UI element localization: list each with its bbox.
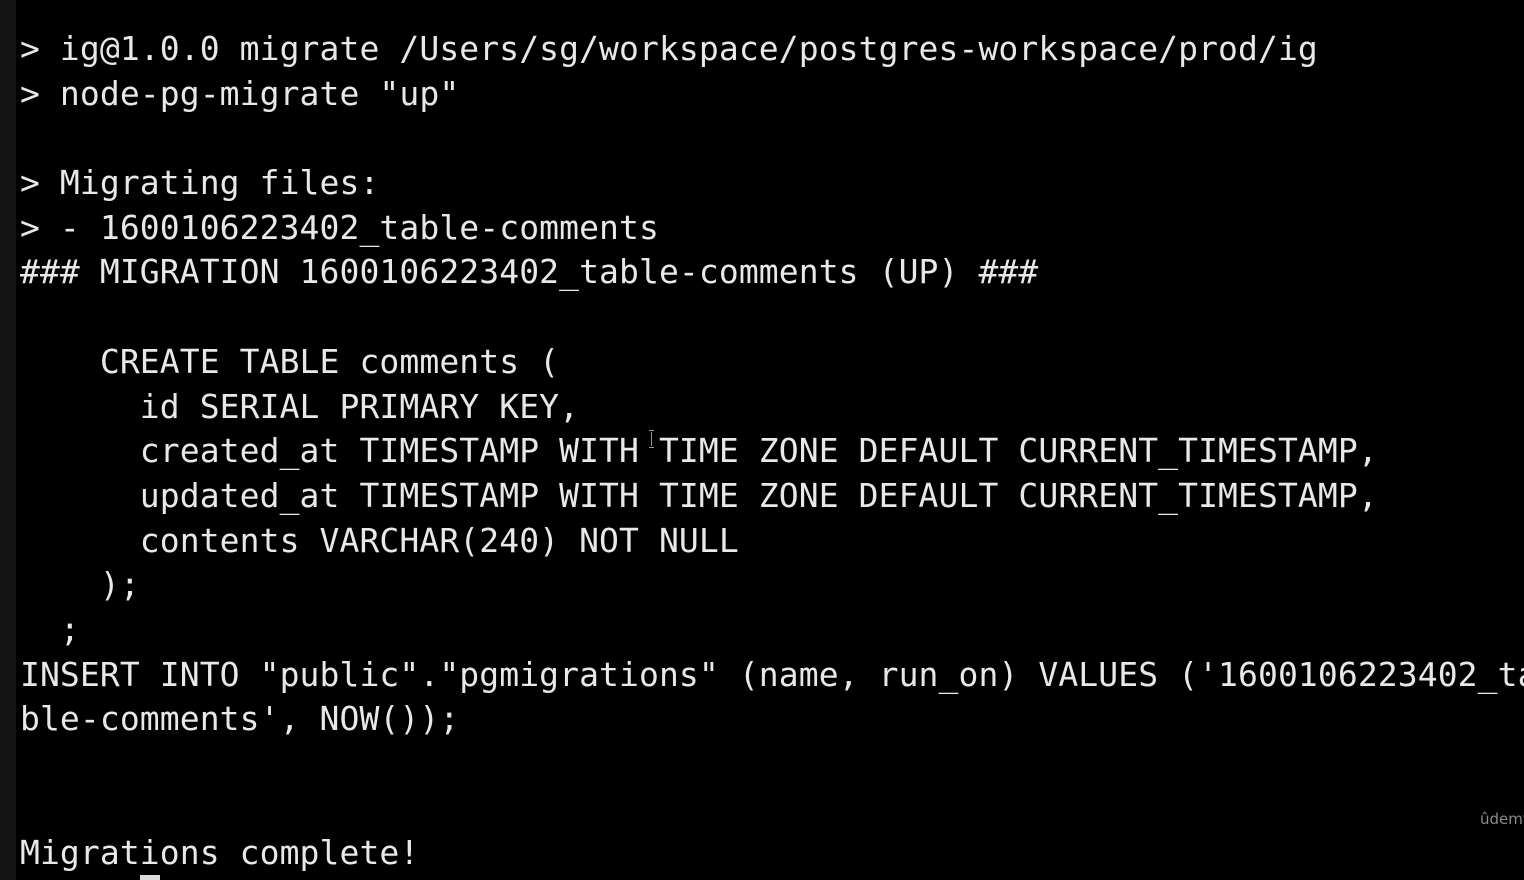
terminal-line: > Migrating files: [20, 163, 380, 203]
terminal-line: ble-comments', NOW()); [20, 699, 460, 739]
terminal-line: ; [20, 609, 80, 649]
terminal-line: id SERIAL PRIMARY KEY, [20, 386, 580, 426]
terminal-line: ); [20, 565, 140, 605]
terminal-line: ### MIGRATION 1600106223402_table-commen… [20, 252, 1039, 292]
terminal-line: CREATE TABLE comments ( [20, 341, 560, 381]
udemy-watermark: ûdemy [1480, 810, 1524, 828]
text-cursor [140, 875, 160, 880]
terminal-line: Migrations complete! [20, 833, 420, 873]
terminal-line: INSERT INTO "public"."pgmigrations" (nam… [20, 654, 1524, 694]
terminal-line: > node-pg-migrate "up" [20, 73, 460, 113]
terminal-line: created_at TIMESTAMP WITH TIME ZONE DEFA… [20, 431, 1378, 471]
terminal-output: > ig@1.0.0 migrate /Users/sg/workspace/p… [20, 27, 1524, 876]
terminal-line: updated_at TIMESTAMP WITH TIME ZONE DEFA… [20, 475, 1378, 515]
terminal-line: > - 1600106223402_table-comments [20, 207, 659, 247]
terminal-window[interactable]: > ig@1.0.0 migrate /Users/sg/workspace/p… [0, 0, 1524, 880]
terminal-left-edge [0, 0, 16, 880]
mouse-ibeam-icon [648, 430, 656, 448]
terminal-line: contents VARCHAR(240) NOT NULL [20, 520, 739, 560]
terminal-line: > ig@1.0.0 migrate /Users/sg/workspace/p… [20, 29, 1318, 68]
